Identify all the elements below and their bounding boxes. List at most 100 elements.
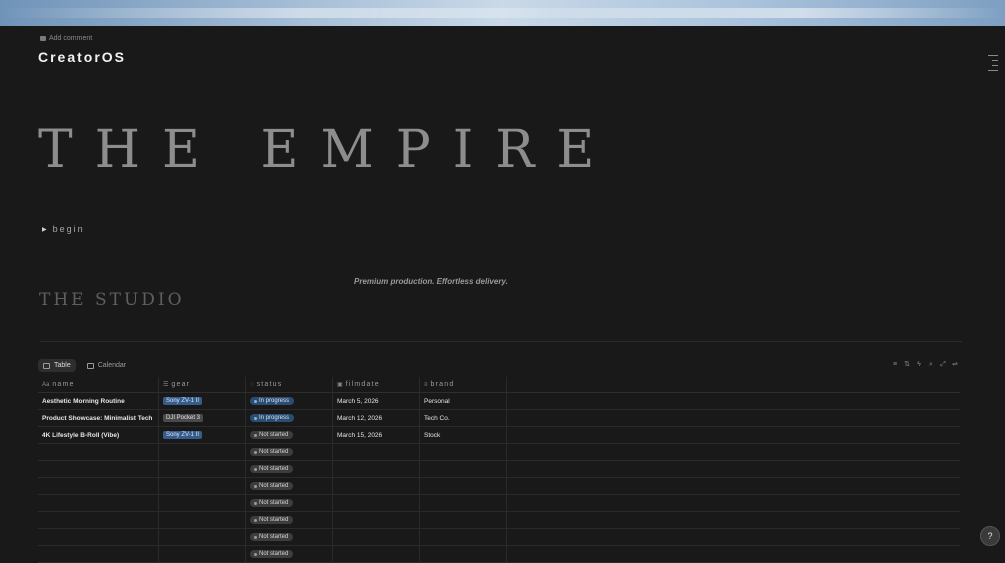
column-header-filmdate[interactable]: ▣ filmdate [333, 377, 420, 392]
status-label: In progress [259, 415, 290, 421]
help-button[interactable]: ? [980, 526, 1000, 546]
cell-filmdate[interactable]: March 5, 2026 [333, 393, 420, 409]
page-title: CreatorOS [38, 49, 127, 65]
cell-brand[interactable] [420, 529, 507, 545]
table-of-contents-icon[interactable] [988, 55, 998, 75]
begin-toggle[interactable]: ▶ begin [42, 224, 85, 234]
cell-status[interactable]: In progress [246, 393, 333, 409]
cell-name[interactable] [38, 461, 159, 477]
cell-filmdate[interactable]: March 12, 2026 [333, 410, 420, 426]
cell-filmdate[interactable] [333, 461, 420, 477]
settings-icon[interactable]: ⇌ [952, 361, 958, 368]
cell-status[interactable]: Not started [246, 546, 333, 562]
table-row[interactable]: Aesthetic Morning Routine Sony ZV-1 II In … [38, 393, 960, 410]
cell-status[interactable]: Not started [246, 478, 333, 494]
table-row[interactable]: Not started [38, 529, 960, 546]
tab-table[interactable]: Table [38, 359, 76, 372]
cell-filmdate[interactable] [333, 529, 420, 545]
text-lines-property-icon: ≡ [424, 381, 428, 388]
expand-icon[interactable]: ⤢ [940, 361, 946, 368]
table-row[interactable]: Not started [38, 444, 960, 461]
cell-gear[interactable]: Sony ZV-1 II [159, 393, 246, 409]
cell-filmdate[interactable] [333, 444, 420, 460]
cell-brand[interactable]: Personal [420, 393, 507, 409]
cell-name[interactable] [38, 529, 159, 545]
cell-name[interactable]: Product Showcase: Minimalist Tech [38, 410, 159, 426]
cell-name[interactable]: 4K Lifestyle B-Roll (Vibe) [38, 427, 159, 443]
cell-filmdate[interactable] [333, 478, 420, 494]
cell-filmdate[interactable] [333, 495, 420, 511]
cell-name[interactable] [38, 478, 159, 494]
cell-name[interactable]: Aesthetic Morning Routine [38, 393, 159, 409]
cell-name[interactable] [38, 512, 159, 528]
table-row[interactable]: Not started [38, 461, 960, 478]
column-header-brand[interactable]: ≡ brand [420, 377, 507, 392]
add-comment-button[interactable]: Add comment [40, 35, 92, 42]
table-row[interactable]: Not started [38, 478, 960, 495]
column-header-status[interactable]: ◌ status [246, 377, 333, 392]
cell-status[interactable]: In progress [246, 410, 333, 426]
cell-status[interactable]: Not started [246, 461, 333, 477]
cell-name[interactable] [38, 444, 159, 460]
cell-gear[interactable]: Sony ZV-1 II [159, 427, 246, 443]
cell-gear[interactable] [159, 478, 246, 494]
brand-value: Personal [424, 397, 450, 405]
cell-gear[interactable] [159, 512, 246, 528]
add-comment-label: Add comment [49, 35, 93, 42]
table-row[interactable]: Not started [38, 546, 960, 563]
cell-name[interactable] [38, 546, 159, 562]
search-icon[interactable]: ⌕ [928, 361, 934, 368]
status-badge: Not started [250, 516, 294, 524]
cell-brand[interactable] [420, 478, 507, 494]
column-header-name[interactable]: Aa name [38, 377, 159, 392]
cell-filmdate[interactable] [333, 546, 420, 562]
table-row[interactable]: 4K Lifestyle B-Roll (Vibe) Sony ZV-1 II No… [38, 427, 960, 444]
tab-calendar-label: Calendar [97, 362, 127, 369]
status-dot-icon [254, 535, 257, 539]
cell-gear[interactable] [159, 444, 246, 460]
cell-brand[interactable] [420, 512, 507, 528]
cell-filmdate[interactable]: March 15, 2026 [333, 427, 420, 443]
brand-value: Stock [424, 431, 441, 439]
cell-status[interactable]: Not started [246, 529, 333, 545]
filter-icon[interactable]: ≡ [892, 361, 898, 368]
table-body: Aesthetic Morning Routine Sony ZV-1 II In … [38, 393, 960, 563]
cell-gear[interactable] [159, 495, 246, 511]
sort-icon[interactable]: ⇅ [904, 361, 910, 368]
cell-gear[interactable]: DJI Pocket 3 [159, 410, 246, 426]
column-label: brand [430, 381, 455, 388]
cell-gear[interactable] [159, 461, 246, 477]
cell-brand[interactable] [420, 461, 507, 477]
gear-tag: Sony ZV-1 II [163, 431, 203, 439]
cell-status[interactable]: Not started [246, 495, 333, 511]
cell-empty [507, 529, 960, 545]
cell-gear[interactable] [159, 546, 246, 562]
status-dot-icon [254, 501, 257, 505]
toggle-triangle-icon[interactable]: ▶ [42, 226, 47, 233]
cell-status[interactable]: Not started [246, 427, 333, 443]
tab-calendar[interactable]: Calendar [82, 359, 131, 372]
table-row[interactable]: Product Showcase: Minimalist Tech DJI Poc… [38, 410, 960, 427]
status-dot-icon [254, 467, 257, 471]
column-header-gear[interactable]: ☰ gear [159, 377, 246, 392]
row-name: Product Showcase: Minimalist Tech [42, 414, 153, 422]
table-row[interactable]: Not started [38, 495, 960, 512]
cell-brand[interactable] [420, 444, 507, 460]
cell-filmdate[interactable] [333, 512, 420, 528]
status-label: Not started [259, 466, 289, 472]
cell-status[interactable]: Not started [246, 444, 333, 460]
status-label: Not started [259, 432, 289, 438]
cell-name[interactable] [38, 495, 159, 511]
cell-brand[interactable]: Stock [420, 427, 507, 443]
cell-empty [507, 461, 960, 477]
cell-status[interactable]: Not started [246, 512, 333, 528]
cell-brand[interactable]: Tech Co. [420, 410, 507, 426]
column-label: gear [171, 381, 191, 388]
cell-brand[interactable] [420, 495, 507, 511]
cell-brand[interactable] [420, 546, 507, 562]
lightning-icon[interactable]: ϟ [916, 361, 922, 368]
cell-gear[interactable] [159, 529, 246, 545]
comment-icon [40, 36, 46, 41]
table-row[interactable]: Not started [38, 512, 960, 529]
column-label: filmdate [345, 381, 380, 388]
